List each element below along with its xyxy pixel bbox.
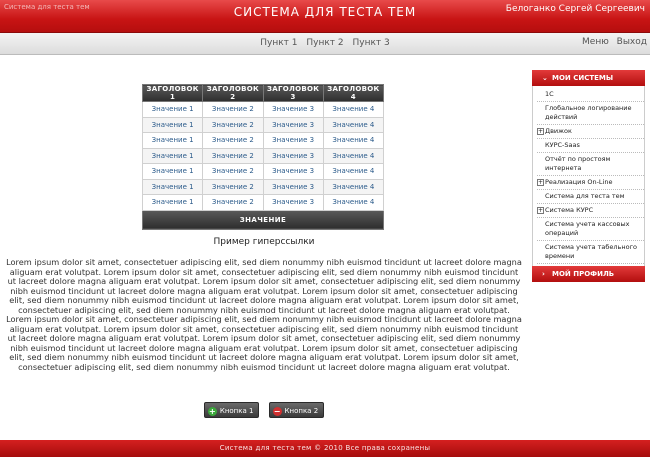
sidebar-systems-list: 1С Глобальное логирование действий + Движ… xyxy=(532,86,645,266)
column-header-2[interactable]: Заголовок 2 xyxy=(202,84,264,102)
table-cell: Значение 4 xyxy=(322,178,385,195)
chevron-right-icon: › xyxy=(542,270,545,278)
main-menu: Пункт 1 Пункт 2 Пункт 3 xyxy=(0,38,650,48)
table-cell: Значение 3 xyxy=(262,132,324,149)
user-name[interactable]: Белоганко Сергей Сергеевич xyxy=(506,4,645,14)
table-cell: Значение 1 xyxy=(141,132,204,149)
table-row[interactable]: Значение 1 Значение 2 Значение 3 Значени… xyxy=(141,147,385,164)
table-footer: Значение xyxy=(142,209,384,230)
sidebar-item-theme-test[interactable]: Система для теста тем xyxy=(537,190,644,204)
column-header-1[interactable]: Заголовок 1 xyxy=(141,84,204,102)
sidebar-item-label: Движок xyxy=(545,127,572,135)
table-cell: Значение 4 xyxy=(322,132,385,149)
sidebar-group-engine[interactable]: + Движок xyxy=(537,125,644,139)
footer: Система для теста тем © 2010 Все права с… xyxy=(0,440,650,457)
sidebar-item-downtime-report[interactable]: Отчёт по простоям интернета xyxy=(537,153,644,176)
button-1[interactable]: + Кнопка 1 xyxy=(203,402,260,418)
table-cell: Значение 3 xyxy=(262,147,324,164)
table-row[interactable]: Значение 1 Значение 2 Значение 3 Значени… xyxy=(141,116,385,133)
menu-item-1[interactable]: Пункт 1 xyxy=(260,38,297,48)
table-cell: Значение 2 xyxy=(202,101,264,118)
table-row[interactable]: Значение 1 Значение 2 Значение 3 Значени… xyxy=(141,132,385,149)
table-cell: Значение 2 xyxy=(202,147,264,164)
main-content: Заголовок 1 Заголовок 2 Заголовок 3 Заго… xyxy=(0,56,528,434)
sidebar-header-label: Мои системы xyxy=(552,74,614,82)
header-bar: Система для теста тем СИСТЕМА ДЛЯ ТЕСТА … xyxy=(0,0,650,33)
sidebar-group-online[interactable]: + Реализация On-Line xyxy=(537,176,644,190)
button-2[interactable]: − Кнопка 2 xyxy=(268,402,325,418)
minus-icon: − xyxy=(272,407,282,416)
button-2-label: Кнопка 2 xyxy=(284,407,319,415)
sidebar-item-label: Система учета табельного времени xyxy=(545,243,637,260)
table-cell: Значение 3 xyxy=(262,163,324,180)
expand-icon[interactable]: + xyxy=(537,128,544,135)
expand-icon[interactable]: + xyxy=(537,207,544,214)
table-cell: Значение 4 xyxy=(322,194,385,211)
table-cell: Значение 2 xyxy=(202,116,264,133)
table-footer-row: Значение xyxy=(142,209,384,230)
expand-icon[interactable]: + xyxy=(537,179,544,186)
table-cell: Значение 2 xyxy=(202,194,264,211)
sidebar-item-timesheet[interactable]: Система учета табельного времени xyxy=(537,241,644,264)
logout-link[interactable]: Выход xyxy=(617,37,647,47)
table-cell: Значение 2 xyxy=(202,163,264,180)
table-cell: Значение 2 xyxy=(202,132,264,149)
table-cell: Значение 1 xyxy=(141,101,204,118)
table-cell: Значение 1 xyxy=(141,116,204,133)
table-cell: Значение 4 xyxy=(322,116,385,133)
table-header-row: Заголовок 1 Заголовок 2 Заголовок 3 Заго… xyxy=(141,84,385,102)
table-cell: Значение 3 xyxy=(262,116,324,133)
sidebar-item-label: Отчёт по простоям интернета xyxy=(545,155,611,172)
sidebar-group-kurs[interactable]: + Система КУРС xyxy=(537,204,644,218)
menu-item-3[interactable]: Пункт 3 xyxy=(353,38,390,48)
table-cell: Значение 1 xyxy=(141,194,204,211)
sidebar-item-cash-operations[interactable]: Система учета кассовых операций xyxy=(537,218,644,241)
menu-item-2[interactable]: Пункт 2 xyxy=(306,38,343,48)
table-cell: Значение 4 xyxy=(322,101,385,118)
table-row[interactable]: Значение 1 Значение 2 Значение 3 Значени… xyxy=(141,163,385,180)
table-cell: Значение 1 xyxy=(141,178,204,195)
menu-link[interactable]: Меню xyxy=(582,37,609,47)
sidebar-header-my-profile[interactable]: › Мой профиль xyxy=(532,266,645,282)
sidebar-item-label: Глобальное логирование действий xyxy=(545,104,632,121)
body-text: Lorem ipsum dolor sit amet, consectetuer… xyxy=(6,257,522,372)
table-cell: Значение 4 xyxy=(322,147,385,164)
table-row[interactable]: Значение 1 Значение 2 Значение 3 Значени… xyxy=(141,194,385,211)
user-menu: Меню Выход xyxy=(577,37,647,47)
column-header-3[interactable]: Заголовок 3 xyxy=(262,84,324,102)
button-group: + Кнопка 1 − Кнопка 2 xyxy=(0,398,528,418)
sidebar-item-label: Реализация On-Line xyxy=(545,178,613,186)
sidebar-header-my-systems[interactable]: ⌄ Мои системы xyxy=(532,70,645,86)
button-1-label: Кнопка 1 xyxy=(219,407,254,415)
table-cell: Значение 3 xyxy=(262,194,324,211)
table-cell: Значение 2 xyxy=(202,178,264,195)
sidebar-header-label: Мой профиль xyxy=(552,270,615,278)
sidebar-item-kurs-saas[interactable]: КУРС-Saas xyxy=(537,139,644,153)
table-cell: Значение 1 xyxy=(141,163,204,180)
column-header-4[interactable]: Заголовок 4 xyxy=(322,84,385,102)
sidebar-item-label: Система КУРС xyxy=(545,206,594,214)
sidebar-item-label: Система для теста тем xyxy=(545,192,625,200)
sidebar-item-label: 1С xyxy=(545,90,554,98)
sidebar-item-1c[interactable]: 1С xyxy=(537,88,644,102)
sidebar: ⌄ Мои системы 1С Глобальное логирование д… xyxy=(532,70,645,282)
sidebar-item-global-logging[interactable]: Глобальное логирование действий xyxy=(537,102,644,125)
table-cell: Значение 3 xyxy=(262,178,324,195)
sidebar-item-label: КУРС-Saas xyxy=(545,141,580,149)
example-hyperlink[interactable]: Пример гиперссылки xyxy=(0,237,528,247)
plus-icon: + xyxy=(207,407,217,416)
table-cell: Значение 4 xyxy=(322,163,385,180)
menu-bar: Пункт 1 Пункт 2 Пункт 3 Меню Выход xyxy=(0,33,650,55)
table-row[interactable]: Значение 1 Значение 2 Значение 3 Значени… xyxy=(141,178,385,195)
table-cell: Значение 1 xyxy=(141,147,204,164)
chevron-down-icon: ⌄ xyxy=(542,74,548,82)
data-table: Заголовок 1 Заголовок 2 Заголовок 3 Заго… xyxy=(141,84,385,230)
sidebar-item-label: Система учета кассовых операций xyxy=(545,220,630,237)
table-row[interactable]: Значение 1 Значение 2 Значение 3 Значени… xyxy=(141,101,385,118)
table-cell: Значение 3 xyxy=(262,101,324,118)
